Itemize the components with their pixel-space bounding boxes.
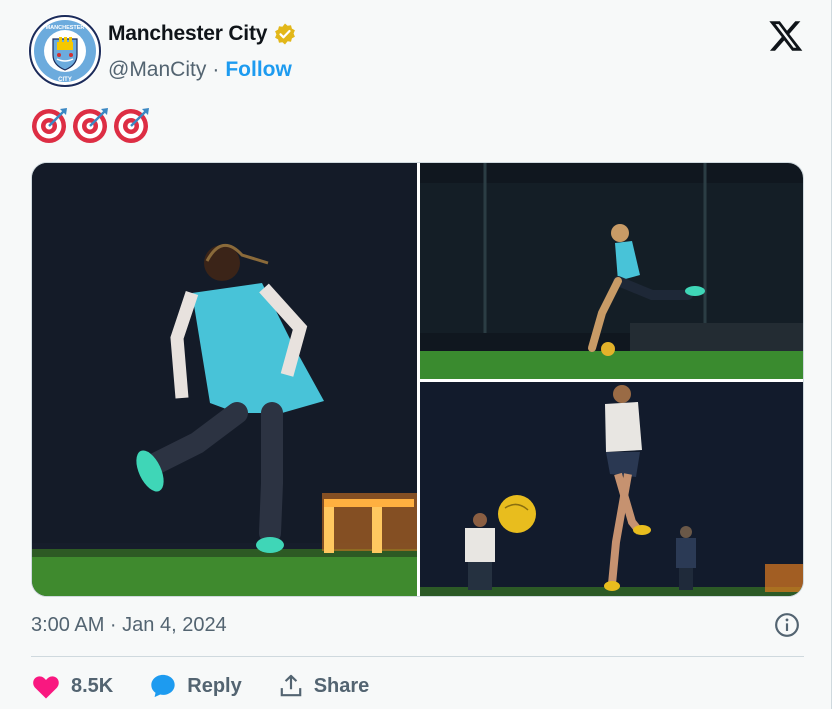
tweet-text <box>31 106 151 144</box>
reply-bubble-icon <box>151 674 175 698</box>
reply-label: Reply <box>187 674 242 697</box>
media-grid <box>31 162 804 597</box>
photo-3[interactable] <box>420 382 803 596</box>
action-bar: 8.5K Reply Share <box>31 672 405 700</box>
photo-2[interactable] <box>420 163 803 379</box>
handle-row: @ManCity · Follow <box>108 58 292 82</box>
target-emoji-icon <box>114 108 149 143</box>
separator-dot: · <box>212 58 220 81</box>
svg-text:MANCHESTER: MANCHESTER <box>46 25 85 31</box>
share-icon <box>280 674 302 697</box>
man-city-crest: MANCHESTER CITY <box>29 15 101 87</box>
share-label: Share <box>313 674 370 697</box>
training-photo-volley <box>420 382 803 596</box>
author-handle[interactable]: @ManCity <box>108 58 206 82</box>
author-row: Manchester City <box>108 22 297 46</box>
x-logo-icon[interactable] <box>768 18 804 54</box>
author-name[interactable]: Manchester City <box>108 22 267 46</box>
photo-1[interactable] <box>32 163 417 596</box>
reply-button[interactable]: Reply <box>149 672 242 700</box>
follow-button[interactable]: Follow <box>225 58 292 82</box>
training-photo-kick <box>32 163 417 596</box>
target-emoji-icon <box>32 108 67 143</box>
avatar[interactable]: MANCHESTER CITY <box>28 14 102 88</box>
svg-text:CITY: CITY <box>58 77 72 83</box>
verified-badge-icon <box>275 23 296 45</box>
share-button[interactable]: Share <box>278 673 370 699</box>
like-button[interactable]: 8.5K <box>31 672 113 700</box>
tweet-card: MANCHESTER CITY Manchester City @ManCity… <box>0 0 832 709</box>
heart-icon <box>33 676 59 699</box>
info-icon[interactable] <box>774 612 800 638</box>
like-count: 8.5K <box>71 674 114 697</box>
divider <box>31 656 804 657</box>
training-photo-strike <box>420 163 803 379</box>
target-emoji-icon <box>73 108 108 143</box>
timestamp[interactable]: 3:00 AM · Jan 4, 2024 <box>31 614 227 637</box>
